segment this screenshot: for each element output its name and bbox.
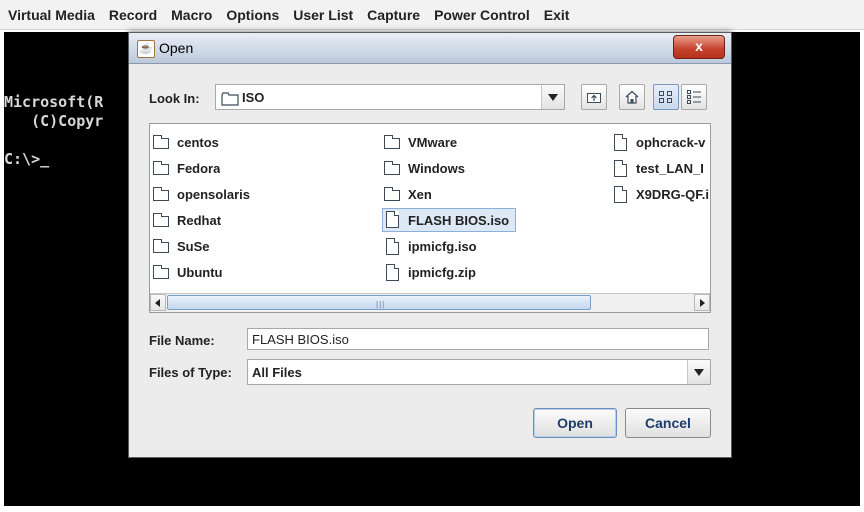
menu-options[interactable]: Options xyxy=(226,7,279,23)
folder-icon xyxy=(153,160,169,175)
list-item-folder[interactable]: Xen xyxy=(384,184,432,205)
list-item-label: ophcrack-v xyxy=(636,135,706,150)
list-item-label: Windows xyxy=(408,161,465,176)
list-item-label: Redhat xyxy=(177,213,222,228)
console-line: (C)Copyr xyxy=(4,112,104,130)
folder-icon xyxy=(384,134,400,149)
file-name-input[interactable]: FLASH BIOS.iso xyxy=(247,328,709,350)
list-item-label: centos xyxy=(177,135,219,150)
list-item-folder[interactable]: SuSe xyxy=(153,236,210,257)
menu-virtual-media[interactable]: Virtual Media xyxy=(8,7,95,23)
list-item-folder[interactable]: opensolaris xyxy=(153,184,250,205)
list-item-label: X9DRG-QF.i xyxy=(636,187,709,202)
list-item-folder[interactable]: centos xyxy=(153,132,219,153)
home-button[interactable] xyxy=(619,84,645,110)
menu-user-list[interactable]: User List xyxy=(293,7,353,23)
list-item-label: opensolaris xyxy=(177,187,250,202)
list-item-file[interactable]: ophcrack-v xyxy=(612,132,710,153)
list-view-icon xyxy=(659,91,672,103)
file-icon xyxy=(614,185,627,203)
menu-capture[interactable]: Capture xyxy=(367,7,420,23)
file-icon xyxy=(614,159,627,177)
list-view-button[interactable] xyxy=(653,84,679,110)
up-folder-icon xyxy=(587,93,601,103)
list-item-folder[interactable]: Ubuntu xyxy=(153,262,222,283)
list-item-label: ipmicfg.zip xyxy=(408,265,476,280)
horizontal-scrollbar[interactable]: ||| xyxy=(150,293,710,312)
look-in-dropdown-arrow[interactable] xyxy=(541,85,564,109)
list-item-folder[interactable]: Fedora xyxy=(153,158,220,179)
list-item-label: SuSe xyxy=(177,239,210,254)
home-icon xyxy=(625,90,639,104)
folder-icon xyxy=(153,134,169,149)
file-name-label: File Name: xyxy=(149,333,215,348)
list-item-label: VMware xyxy=(408,135,458,150)
menu-power-control[interactable]: Power Control xyxy=(434,7,530,23)
open-button[interactable]: Open xyxy=(533,408,617,438)
list-item-label: Fedora xyxy=(177,161,221,176)
scrollbar-thumb[interactable]: ||| xyxy=(167,295,591,310)
look-in-value: ISO xyxy=(242,90,265,105)
file-list[interactable]: centos Fedora opensolaris Redhat SuSe Ub… xyxy=(149,123,711,313)
menu-bar: Virtual Media Record Macro Options User … xyxy=(0,0,864,30)
file-icon xyxy=(614,133,627,151)
file-icon xyxy=(386,263,399,281)
list-item-folder[interactable]: Windows xyxy=(384,158,465,179)
folder-icon xyxy=(153,212,169,227)
look-in-dropdown[interactable]: ISO xyxy=(215,84,565,110)
java-icon: ☕ xyxy=(137,40,155,58)
file-icon xyxy=(386,211,399,228)
list-item-label: Xen xyxy=(408,187,432,202)
chevron-down-icon xyxy=(694,369,704,376)
files-of-type-label: Files of Type: xyxy=(149,365,232,380)
open-file-dialog: ☕ Open x Look In: ISO centos Fedora open… xyxy=(128,32,732,458)
folder-icon xyxy=(153,238,169,253)
chevron-down-icon xyxy=(548,94,558,101)
folder-icon xyxy=(384,186,400,201)
list-item-file[interactable]: X9DRG-QF.i xyxy=(612,184,710,205)
details-view-button[interactable] xyxy=(681,84,707,110)
arrow-left-icon xyxy=(155,299,160,307)
list-item-label: FLASH BIOS.iso xyxy=(408,212,510,228)
menu-record[interactable]: Record xyxy=(109,7,157,23)
console-line: Microsoft(R xyxy=(4,93,104,111)
list-item-label: ipmicfg.iso xyxy=(408,239,477,254)
scroll-right-button[interactable] xyxy=(694,294,710,311)
up-one-level-button[interactable] xyxy=(581,84,607,110)
console-prompt: C:\>_ xyxy=(4,150,50,168)
list-item-file[interactable]: test_LAN_I xyxy=(612,158,710,179)
list-item-file-selected[interactable]: FLASH BIOS.iso xyxy=(382,208,516,232)
dialog-titlebar[interactable]: ☕ Open x xyxy=(129,33,731,64)
list-item-file[interactable]: ipmicfg.iso xyxy=(384,236,477,257)
list-item-folder[interactable]: VMware xyxy=(384,132,457,153)
scrollbar-grip: ||| xyxy=(376,300,386,309)
folder-icon xyxy=(153,264,169,279)
folder-icon xyxy=(221,92,239,111)
list-item-label: Ubuntu xyxy=(177,265,223,280)
folder-icon xyxy=(153,186,169,201)
list-item-file[interactable]: ipmicfg.zip xyxy=(384,262,476,283)
file-icon xyxy=(386,237,399,255)
menu-exit[interactable]: Exit xyxy=(544,7,570,23)
scroll-left-button[interactable] xyxy=(150,294,166,311)
list-item-label: test_LAN_I xyxy=(636,161,704,176)
files-of-type-value: All Files xyxy=(252,365,302,380)
close-button[interactable]: x xyxy=(673,35,725,59)
menu-macro[interactable]: Macro xyxy=(171,7,212,23)
list-item-folder[interactable]: Redhat xyxy=(153,210,221,231)
cancel-button[interactable]: Cancel xyxy=(625,408,711,438)
files-of-type-dropdown-arrow[interactable] xyxy=(687,360,710,384)
look-in-label: Look In: xyxy=(149,91,200,106)
arrow-right-icon xyxy=(700,299,705,307)
folder-icon xyxy=(384,160,400,175)
dialog-title: Open xyxy=(159,40,194,56)
files-of-type-dropdown[interactable]: All Files xyxy=(247,359,711,385)
details-view-icon xyxy=(687,90,701,104)
